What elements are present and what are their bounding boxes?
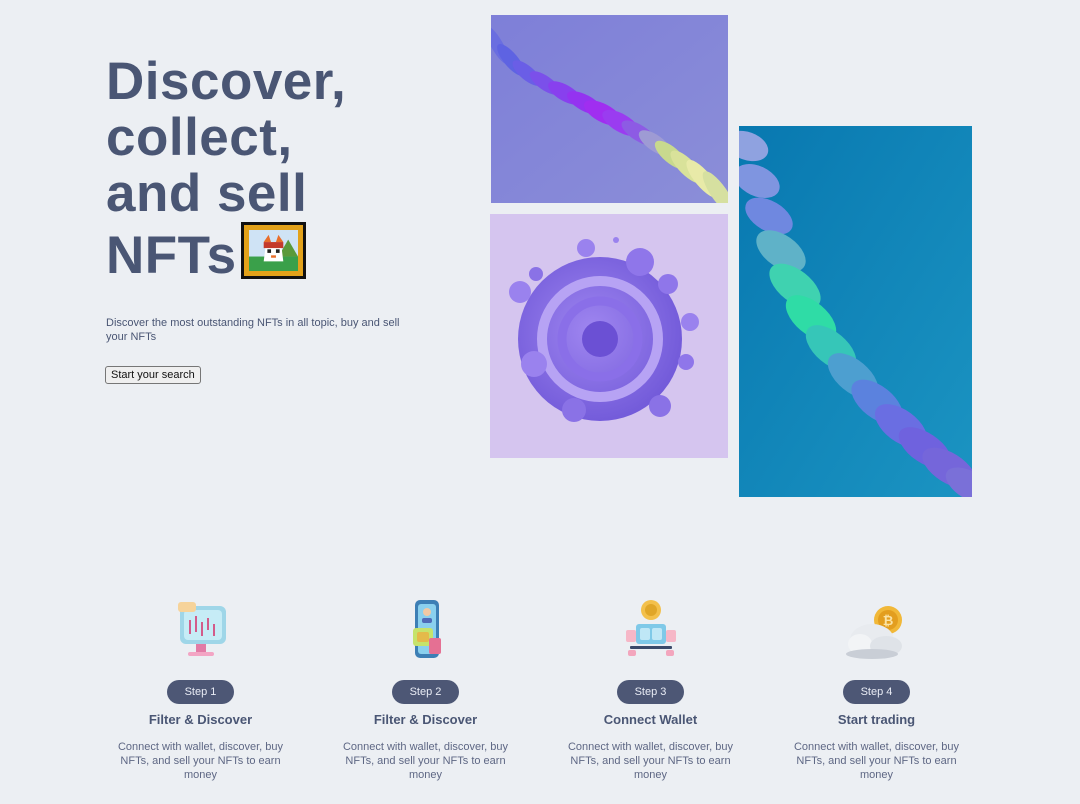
step-title: Connect Wallet — [603, 712, 698, 727]
step-badge: Step 2 — [392, 680, 459, 704]
start-search-button[interactable]: Start your search — [105, 366, 201, 384]
step-card-1: Step 1 Filter & Discover Connect with wa… — [88, 598, 313, 782]
step-badge: Step 4 — [843, 680, 910, 704]
step-card-3: Step 3 Connect Wallet Connect with walle… — [538, 598, 763, 782]
step-card-2: Step 2 Filter & Discover Connect with wa… — [313, 598, 538, 782]
step-badge: Step 1 — [167, 680, 234, 704]
phone-card-icon — [391, 598, 461, 664]
hero-title: Discover, collect, and sell NFTs — [106, 54, 426, 284]
step-title: Start trading — [837, 712, 916, 727]
wallet-coin-icon — [616, 598, 686, 664]
nft-artwork-ribbon-purple[interactable] — [491, 15, 728, 203]
step-badge: Step 3 — [617, 680, 684, 704]
hero-title-line-2: collect, — [106, 108, 293, 167]
step-description: Connect with wallet, discover, buy NFTs,… — [117, 741, 284, 781]
hero-title-line-1: Discover, — [106, 52, 347, 111]
hero-title-nfts: NFTs — [106, 226, 237, 285]
nft-artwork-teal-ribbon[interactable] — [739, 126, 972, 497]
step-title: Filter & Discover — [148, 712, 253, 727]
chart-monitor-icon — [166, 598, 236, 664]
step-description: Connect with wallet, discover, buy NFTs,… — [793, 741, 960, 781]
hero-title-line-4: NFTs — [106, 222, 426, 284]
step-title: Filter & Discover — [373, 712, 478, 727]
nft-artwork-purple-swirl[interactable] — [490, 214, 728, 458]
cloud-bitcoin-icon: ₿ — [842, 598, 912, 664]
nft-picture-icon — [240, 222, 306, 279]
hero-subtitle: Discover the most outstanding NFTs in al… — [106, 317, 400, 343]
hero-title-line-3: and sell — [106, 164, 308, 223]
step-description: Connect with wallet, discover, buy NFTs,… — [567, 741, 734, 781]
step-card-4: ₿ Step 4 Start trading Connect with wall… — [764, 598, 989, 782]
step-description: Connect with wallet, discover, buy NFTs,… — [342, 741, 509, 781]
